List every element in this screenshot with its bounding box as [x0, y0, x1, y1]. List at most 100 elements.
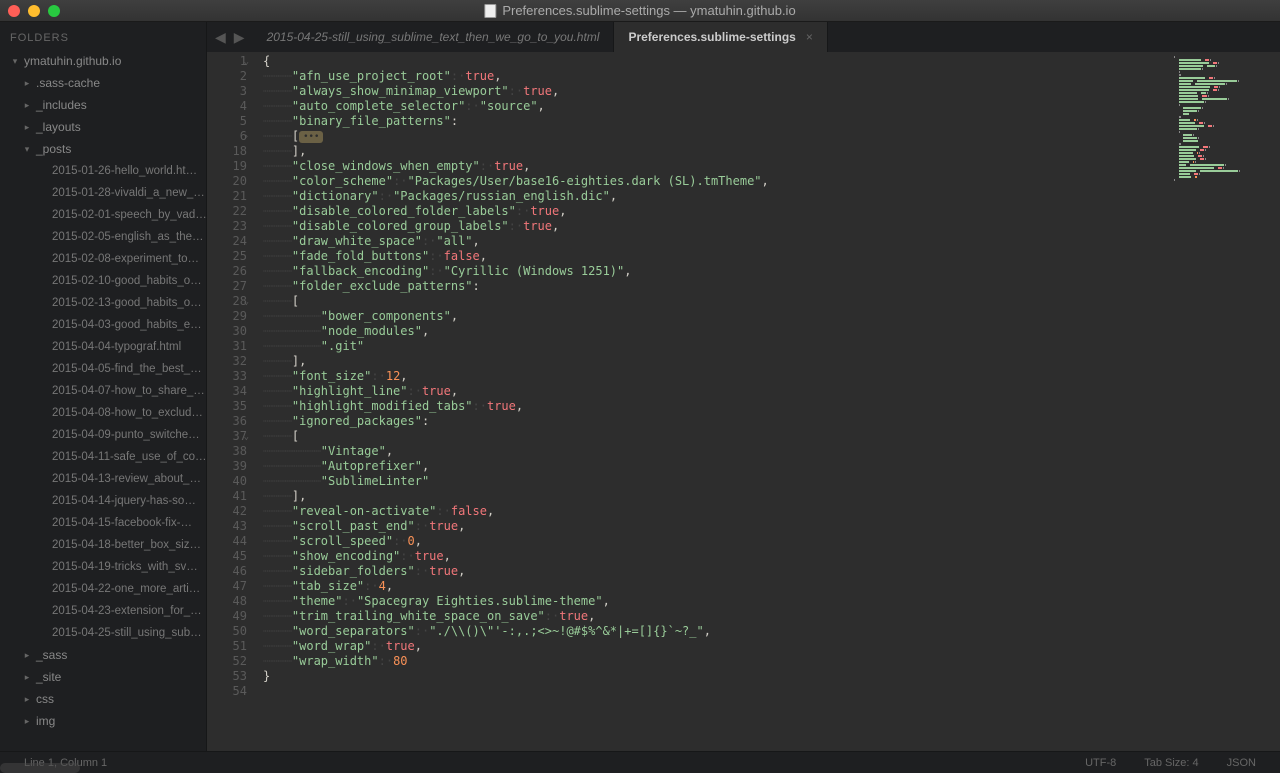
- sidebar-file[interactable]: 2015-04-25-still_using_sub…: [4, 622, 206, 644]
- code-line[interactable]: ┈┈┈┈"word_separators":·"./\\()\"'-:,.;<>…: [263, 624, 1170, 639]
- code-line[interactable]: ┈┈┈┈┈┈┈┈"Vintage",: [263, 444, 1170, 459]
- nav-back-icon[interactable]: ◀: [215, 29, 226, 46]
- sidebar-folder[interactable]: ▾_posts: [4, 138, 206, 160]
- file-label: 2015-02-08-experiment_to…: [52, 253, 199, 265]
- code-line[interactable]: ┈┈┈┈"tab_size":·4,: [263, 579, 1170, 594]
- code-line[interactable]: ┈┈┈┈"highlight_line":·true,: [263, 384, 1170, 399]
- file-label: 2015-04-08-how_to_exclud…: [52, 407, 203, 419]
- nav-forward-icon[interactable]: ▶: [234, 29, 245, 46]
- sidebar-file[interactable]: 2015-04-03-good_habits_e…: [4, 314, 206, 336]
- code-line[interactable]: ┈┈┈┈],: [263, 354, 1170, 369]
- code-line[interactable]: ┈┈┈┈"word_wrap":·true,: [263, 639, 1170, 654]
- code-line[interactable]: ┈┈┈┈"sidebar_folders":·true,: [263, 564, 1170, 579]
- code-line[interactable]: ┈┈┈┈],: [263, 489, 1170, 504]
- minimize-window-button[interactable]: [28, 5, 40, 17]
- sidebar-folder[interactable]: ▸_includes: [4, 94, 206, 116]
- code-line[interactable]: ┈┈┈┈"afn_use_project_root":·true,: [263, 69, 1170, 84]
- sidebar-file[interactable]: 2015-04-23-extension_for_…: [4, 600, 206, 622]
- code-line[interactable]: ┈┈┈┈"scroll_past_end":·true,: [263, 519, 1170, 534]
- code-line[interactable]: ┈┈┈┈┈┈┈┈".git": [263, 339, 1170, 354]
- code-line[interactable]: ┈┈┈┈"highlight_modified_tabs":·true,: [263, 399, 1170, 414]
- code-line[interactable]: ┈┈┈┈"reveal-on-activate":·false,: [263, 504, 1170, 519]
- tab-active[interactable]: Preferences.sublime-settings ×: [614, 22, 827, 52]
- fold-chevron-right-icon[interactable]: ›: [244, 130, 249, 145]
- minimap[interactable]: [1170, 52, 1280, 751]
- syntax-indicator[interactable]: JSON: [1213, 757, 1270, 769]
- sidebar-file[interactable]: 2015-02-13-good_habits_o…: [4, 292, 206, 314]
- code-line[interactable]: ┈┈┈┈┈┈┈┈"SublimeLinter": [263, 474, 1170, 489]
- code-line[interactable]: {: [263, 54, 1170, 69]
- code-editor[interactable]: 1⌄23456›1819202122232425262728⌄293031323…: [207, 52, 1280, 751]
- sidebar-folder[interactable]: ▸img: [4, 710, 206, 732]
- code-line[interactable]: ┈┈┈┈"folder_exclude_patterns":: [263, 279, 1170, 294]
- tab-label: 2015-04-25-still_using_sublime_text_then…: [267, 30, 600, 44]
- code-line[interactable]: ┈┈┈┈"color_scheme":·"Packages/User/base1…: [263, 174, 1170, 189]
- close-icon[interactable]: ×: [806, 30, 813, 44]
- code-line[interactable]: [263, 684, 1170, 699]
- code-line[interactable]: ┈┈┈┈[: [263, 294, 1170, 309]
- line-number: 26: [207, 264, 247, 279]
- sidebar-file[interactable]: 2015-02-08-experiment_to…: [4, 248, 206, 270]
- tab-size-indicator[interactable]: Tab Size: 4: [1130, 757, 1212, 769]
- sidebar-root-folder[interactable]: ▾ ymatuhin.github.io: [4, 50, 206, 72]
- code-line[interactable]: ┈┈┈┈"show_encoding":·true,: [263, 549, 1170, 564]
- close-window-button[interactable]: [8, 5, 20, 17]
- sidebar-file[interactable]: 2015-04-13-review_about_…: [4, 468, 206, 490]
- code-line[interactable]: ┈┈┈┈"fallback_encoding":·"Cyrillic (Wind…: [263, 264, 1170, 279]
- fold-chevron-down-icon[interactable]: ⌄: [244, 430, 249, 445]
- fold-chevron-down-icon[interactable]: ⌄: [244, 55, 249, 70]
- sidebar-file[interactable]: 2015-04-15-facebook-fix-…: [4, 512, 206, 534]
- fold-chevron-down-icon[interactable]: ⌄: [244, 295, 249, 310]
- sidebar-file[interactable]: 2015-04-04-typograf.html: [4, 336, 206, 358]
- sidebar-file[interactable]: 2015-04-22-one_more_arti…: [4, 578, 206, 600]
- code-line[interactable]: ┈┈┈┈"font_size":·12,: [263, 369, 1170, 384]
- maximize-window-button[interactable]: [48, 5, 60, 17]
- sidebar-file[interactable]: 2015-04-08-how_to_exclud…: [4, 402, 206, 424]
- code-content[interactable]: {┈┈┈┈"afn_use_project_root":·true,┈┈┈┈"a…: [259, 52, 1170, 751]
- sidebar-folder[interactable]: ▸_layouts: [4, 116, 206, 138]
- code-line[interactable]: ┈┈┈┈],: [263, 144, 1170, 159]
- sidebar-file[interactable]: 2015-01-26-hello_world.ht…: [4, 160, 206, 182]
- sidebar-file[interactable]: 2015-04-09-punto_switche…: [4, 424, 206, 446]
- sidebar-folder[interactable]: ▸css: [4, 688, 206, 710]
- code-line[interactable]: ┈┈┈┈"disable_colored_folder_labels":·tru…: [263, 204, 1170, 219]
- sidebar-file[interactable]: 2015-02-01-speech_by_vad…: [4, 204, 206, 226]
- code-line[interactable]: ┈┈┈┈┈┈┈┈"Autoprefixer",: [263, 459, 1170, 474]
- sidebar-file[interactable]: 2015-04-18-better_box_siz…: [4, 534, 206, 556]
- sidebar-folder[interactable]: ▸.sass-cache: [4, 72, 206, 94]
- code-line[interactable]: ┈┈┈┈┈┈┈┈"node_modules",: [263, 324, 1170, 339]
- code-line[interactable]: ┈┈┈┈"dictionary":·"Packages/russian_engl…: [263, 189, 1170, 204]
- code-line[interactable]: ┈┈┈┈"close_windows_when_empty":·true,: [263, 159, 1170, 174]
- sidebar-file[interactable]: 2015-04-07-how_to_share_…: [4, 380, 206, 402]
- code-line[interactable]: ┈┈┈┈"wrap_width":·80: [263, 654, 1170, 669]
- minimap-line: [1174, 134, 1276, 136]
- sidebar-folder[interactable]: ▸_sass: [4, 644, 206, 666]
- code-line[interactable]: ┈┈┈┈"binary_file_patterns":: [263, 114, 1170, 129]
- code-line[interactable]: ┈┈┈┈"draw_white_space":·"all",: [263, 234, 1170, 249]
- code-line[interactable]: ┈┈┈┈[: [263, 429, 1170, 444]
- sidebar-file[interactable]: 2015-02-10-good_habits_o…: [4, 270, 206, 292]
- sidebar-file[interactable]: 2015-01-28-vivaldi_a_new_…: [4, 182, 206, 204]
- sidebar-file[interactable]: 2015-04-14-jquery-has-so…: [4, 490, 206, 512]
- sidebar: FOLDERS ▾ ymatuhin.github.io ▸.sass-cach…: [0, 22, 207, 751]
- code-line[interactable]: ┈┈┈┈"always_show_minimap_viewport":·true…: [263, 84, 1170, 99]
- code-line[interactable]: ┈┈┈┈"auto_complete_selector":·"source",: [263, 99, 1170, 114]
- code-line[interactable]: ┈┈┈┈"fade_fold_buttons":·false,: [263, 249, 1170, 264]
- sidebar-folder[interactable]: ▸_site: [4, 666, 206, 688]
- fold-marker[interactable]: •••: [299, 131, 323, 143]
- code-line[interactable]: ┈┈┈┈"theme":·"Spacegray Eighties.sublime…: [263, 594, 1170, 609]
- sidebar-file[interactable]: 2015-04-05-find_the_best_…: [4, 358, 206, 380]
- code-line[interactable]: ┈┈┈┈"disable_colored_group_labels":·true…: [263, 219, 1170, 234]
- sidebar-file[interactable]: 2015-04-19-tricks_with_sv…: [4, 556, 206, 578]
- code-line[interactable]: ┈┈┈┈"ignored_packages":: [263, 414, 1170, 429]
- tab-inactive[interactable]: 2015-04-25-still_using_sublime_text_then…: [253, 22, 615, 52]
- code-line[interactable]: ┈┈┈┈┈┈┈┈"bower_components",: [263, 309, 1170, 324]
- tab-bar: ◀ ▶ 2015-04-25-still_using_sublime_text_…: [207, 22, 1280, 52]
- encoding-indicator[interactable]: UTF-8: [1071, 757, 1130, 769]
- sidebar-file[interactable]: 2015-04-11-safe_use_of_co…: [4, 446, 206, 468]
- code-line[interactable]: ┈┈┈┈"scroll_speed":·0,: [263, 534, 1170, 549]
- sidebar-file[interactable]: 2015-02-05-english_as_the…: [4, 226, 206, 248]
- code-line[interactable]: }: [263, 669, 1170, 684]
- code-line[interactable]: ┈┈┈┈[•••: [263, 129, 1170, 144]
- code-line[interactable]: ┈┈┈┈"trim_trailing_white_space_on_save":…: [263, 609, 1170, 624]
